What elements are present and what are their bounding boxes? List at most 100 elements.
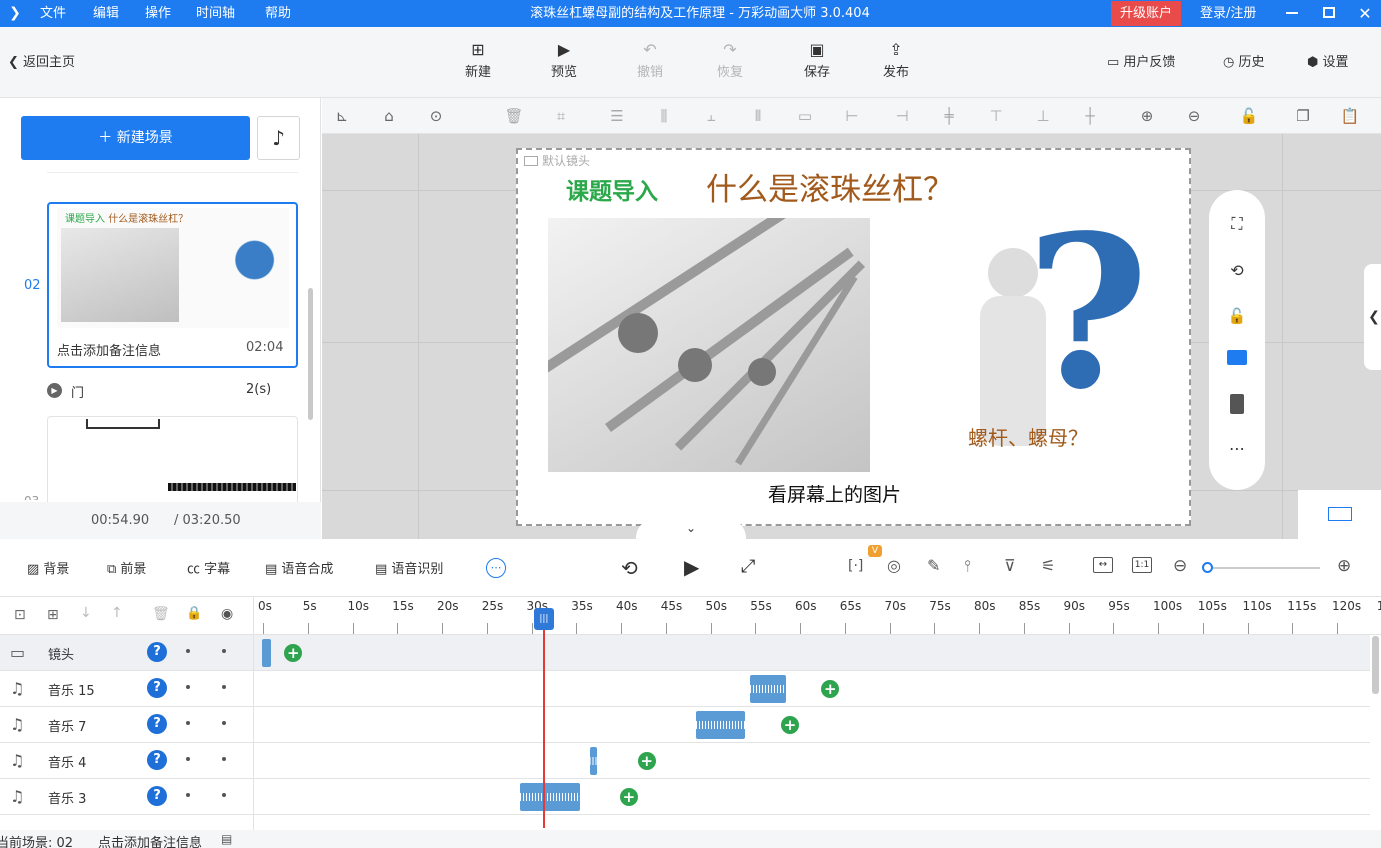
add-keyframe-icon[interactable]: + xyxy=(619,788,638,806)
align-vcenter-icon[interactable]: ┼ xyxy=(1080,106,1100,126)
help-icon[interactable]: ? xyxy=(147,714,167,734)
align-middle-icon[interactable]: ⫼ xyxy=(654,106,674,126)
heading-brown[interactable]: 什么是滚珠丝杠？ xyxy=(706,164,954,209)
align-right-icon[interactable]: ⊣ xyxy=(892,106,912,126)
publish-button[interactable]: ⇪ 发布 xyxy=(866,39,926,80)
align-center-icon[interactable]: ╪ xyxy=(939,106,959,126)
split-icon[interactable]: ⫯ xyxy=(964,556,971,576)
menu-edit[interactable]: 编辑 xyxy=(93,0,119,27)
tab-subtitle[interactable]: ㏄ 字幕 xyxy=(187,558,230,577)
zoom-out-icon[interactable]: ⊖ xyxy=(1184,106,1204,126)
tab-tts[interactable]: ▤ 语音合成 xyxy=(265,558,333,577)
fit-screen-icon[interactable]: ⛶ xyxy=(1227,214,1247,234)
track-toggle-dot[interactable] xyxy=(186,721,190,725)
track-toggle-dot[interactable] xyxy=(222,721,226,725)
mobile-icon[interactable] xyxy=(1230,394,1244,414)
feedback-button[interactable]: ▭ 用户反馈 xyxy=(1107,27,1175,98)
scene-canvas[interactable]: 默认镜头 课题导入 什么是滚珠丝杠？ ? 螺杆、螺母？ 看屏幕上的图片 xyxy=(516,148,1191,526)
new-scene-button[interactable]: ＋ 新建场景 xyxy=(21,116,250,160)
ruler-icon[interactable]: ⊾ xyxy=(332,106,352,126)
visibility-icon[interactable]: ◉ xyxy=(221,606,233,622)
add-folder-icon[interactable]: ⊡ xyxy=(14,607,26,623)
audio-clip[interactable] xyxy=(749,675,786,703)
distribute-v-icon[interactable]: ▭ xyxy=(795,106,815,126)
menu-help[interactable]: 帮助 xyxy=(265,0,291,27)
scene-note[interactable]: 点击添加备注信息 xyxy=(57,340,161,359)
redo-button[interactable]: ↷ 恢复 xyxy=(700,39,760,80)
adjust-icon[interactable]: ⚟ xyxy=(1041,556,1055,575)
zoom-slider[interactable] xyxy=(1205,567,1320,569)
track-toggle-dot[interactable] xyxy=(186,685,190,689)
paste-icon[interactable]: 📋 xyxy=(1340,106,1360,126)
audio-clip[interactable] xyxy=(519,783,580,811)
move-up-icon[interactable]: ↑ xyxy=(111,605,123,621)
more-tabs-icon[interactable]: ⋯ xyxy=(486,558,506,578)
collapse-timeline-button[interactable]: ⌄ xyxy=(636,518,746,539)
actual-size-icon[interactable]: 1:1 xyxy=(1132,557,1152,573)
edit-icon[interactable]: ✎ xyxy=(927,556,940,575)
add-keyframe-icon[interactable]: + xyxy=(781,716,800,734)
distribute-h-icon[interactable]: ⫴ xyxy=(748,106,768,126)
group-icon[interactable]: ⌗ xyxy=(551,106,571,126)
minimap[interactable] xyxy=(1298,490,1381,539)
add-track-icon[interactable]: ⊞ xyxy=(47,607,59,623)
help-icon[interactable]: ? xyxy=(147,750,167,770)
rotate-icon[interactable]: ⟲ xyxy=(1227,260,1247,280)
align-bottom-edge-icon[interactable]: ⊥ xyxy=(1033,106,1053,126)
track-toggle-dot[interactable] xyxy=(186,793,190,797)
add-keyframe-icon[interactable]: + xyxy=(637,752,656,770)
audio-clip[interactable] xyxy=(696,711,746,739)
scene-scrollbar[interactable] xyxy=(308,288,313,420)
minimize-icon[interactable] xyxy=(1286,12,1298,14)
heading-green[interactable]: 课题导入 xyxy=(566,172,658,206)
help-icon[interactable]: ? xyxy=(147,678,167,698)
playhead-handle[interactable]: ||| xyxy=(533,608,554,630)
more-icon[interactable]: ⋯ xyxy=(1227,438,1247,458)
desktop-icon[interactable] xyxy=(1227,350,1247,365)
play-button[interactable]: ▶ xyxy=(684,555,699,579)
bracket-icon[interactable]: [·] xyxy=(848,558,863,574)
note-edit-icon[interactable]: ▤ xyxy=(221,832,232,846)
zoom-minus-icon[interactable]: ⊖ xyxy=(1173,556,1187,576)
panel-collapse-tab[interactable]: ❮ xyxy=(1364,264,1381,370)
audio-clip[interactable] xyxy=(590,747,597,775)
time-ruler[interactable]: 0s 5s 10s 15s 20s 25s 30s 35s 40s 45s 50s 55s 60s 65s… xyxy=(253,597,1381,635)
next-scene-thumbnail[interactable] xyxy=(47,416,298,502)
tab-speech-recognition[interactable]: ▤ 语音识别 xyxy=(375,558,443,577)
menu-operate[interactable]: 操作 xyxy=(145,0,171,27)
align-top-icon[interactable]: ☰ xyxy=(607,106,627,126)
delete-track-icon[interactable]: 🗑 xyxy=(152,606,170,622)
upgrade-button[interactable]: 升级账户 xyxy=(1111,1,1181,26)
add-keyframe-icon[interactable]: + xyxy=(284,644,303,662)
track-toggle-dot[interactable] xyxy=(186,649,190,653)
more-circle-icon[interactable]: ⊙ xyxy=(426,106,446,126)
preview-button[interactable]: ▶ 预览 xyxy=(534,39,594,80)
timeline-track[interactable]: ♫ 音乐 15? + xyxy=(0,671,1370,707)
history-button[interactable]: ◷ 历史 xyxy=(1223,27,1265,98)
transition-play-icon[interactable]: ▶ xyxy=(47,383,62,398)
camera-clip[interactable] xyxy=(262,639,271,667)
menu-timeline[interactable]: 时间轴 xyxy=(196,0,235,27)
zoom-in-icon[interactable]: ⊕ xyxy=(1137,106,1157,126)
replay-icon[interactable]: ⟲ xyxy=(621,556,638,580)
new-button[interactable]: ⊞ 新建 xyxy=(448,39,508,80)
timeline-track[interactable]: ♫ 音乐 7? + xyxy=(0,707,1370,743)
camera-snapshot-icon[interactable]: ◎ xyxy=(887,556,901,575)
scene-thumbnail-card[interactable]: 课题导入 什么是滚珠丝杠？ 点击添加备注信息 02:04 xyxy=(47,202,298,368)
lock-all-icon[interactable]: 🔒 xyxy=(186,606,202,621)
login-button[interactable]: 登录/注册 xyxy=(1200,0,1256,27)
home-icon[interactable]: ⌂ xyxy=(379,106,399,126)
save-button[interactable]: ▣ 保存 xyxy=(787,39,847,80)
help-icon[interactable]: ? xyxy=(147,642,167,662)
close-icon[interactable]: ✕ xyxy=(1357,4,1373,23)
track-toggle-dot[interactable] xyxy=(222,793,226,797)
filter-icon[interactable]: ⊽ xyxy=(1004,556,1016,575)
move-down-icon[interactable]: ↓ xyxy=(80,605,92,621)
undo-button[interactable]: ↶ 撤销 xyxy=(620,39,680,80)
delete-icon[interactable]: 🗑 xyxy=(504,106,524,126)
settings-button[interactable]: ⬢ 设置 xyxy=(1307,27,1349,98)
maximize-icon[interactable] xyxy=(1323,7,1335,18)
unlock-icon[interactable]: 🔓 xyxy=(1227,306,1247,326)
timeline-track[interactable]: ▭ 镜头? + xyxy=(0,635,1370,671)
question-text[interactable]: 螺杆、螺母？ xyxy=(968,422,1088,451)
